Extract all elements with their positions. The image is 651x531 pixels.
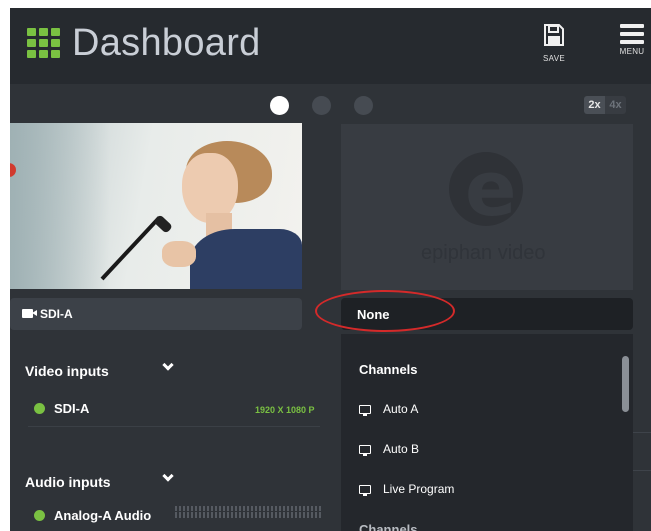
grid-logo-icon — [27, 28, 60, 58]
status-dot-icon — [34, 510, 45, 521]
audio-input-label: Analog-A Audio — [54, 508, 152, 523]
video-preview-right[interactable]: epiphan video — [341, 124, 633, 290]
header-bar: Dashboard SAVE MENU — [10, 8, 651, 84]
chevron-down-icon[interactable] — [162, 359, 174, 371]
resolution-badge: 1920 X 1080 P — [255, 405, 315, 415]
dashboard-app: Dashboard SAVE MENU 2x 4x SDI-A e epipha… — [10, 8, 651, 531]
page-dot-2[interactable] — [312, 96, 331, 115]
page-indicator — [270, 96, 373, 115]
monitor-icon — [359, 405, 371, 416]
video-input-item[interactable]: SDI-A — [34, 401, 89, 416]
audio-inputs-heading: Audio inputs — [25, 474, 111, 490]
page-title: Dashboard — [72, 22, 261, 64]
floppy-disk-icon — [544, 24, 564, 46]
watermark-text: epiphan video — [421, 242, 546, 264]
audio-input-item[interactable]: Analog-A Audio — [34, 508, 151, 523]
zoom-2x-button[interactable]: 2x — [584, 96, 605, 114]
source-dropdown-menu: Channels Auto A Auto B Live Program Chan… — [341, 334, 633, 531]
video-inputs-heading: Video inputs — [25, 363, 109, 379]
hamburger-icon — [620, 24, 644, 44]
right-edge-panel — [633, 334, 651, 531]
status-dot-icon — [34, 403, 45, 414]
dropdown-group-heading: Channels — [359, 362, 418, 377]
dropdown-item-live-program[interactable]: Live Program — [359, 482, 454, 496]
divider — [28, 426, 320, 427]
menu-label: MENU — [619, 47, 645, 56]
chevron-down-icon[interactable] — [162, 470, 174, 482]
dropdown-scrollbar[interactable] — [622, 356, 629, 412]
video-preview-left[interactable] — [10, 123, 302, 289]
dropdown-item-label: Live Program — [383, 482, 455, 496]
page-dot-1[interactable] — [270, 96, 289, 115]
monitor-icon — [359, 445, 371, 456]
source-selector-left[interactable]: SDI-A — [10, 298, 302, 330]
save-button[interactable]: SAVE — [538, 24, 570, 63]
zoom-4x-button[interactable]: 4x — [605, 96, 626, 114]
save-label: SAVE — [543, 54, 565, 63]
menu-button[interactable]: MENU — [614, 24, 650, 56]
video-input-label: SDI-A — [54, 401, 90, 416]
zoom-toggle: 2x 4x — [584, 96, 626, 114]
dropdown-item-label: Auto A — [383, 402, 419, 416]
source-label-left: SDI-A — [40, 307, 73, 321]
dropdown-item-auto-a[interactable]: Auto A — [359, 402, 418, 416]
camera-icon — [22, 309, 37, 318]
highlight-annotation — [315, 290, 455, 332]
monitor-icon — [359, 485, 371, 496]
dropdown-next-heading: Channels — [359, 522, 418, 531]
epiphan-logo-icon — [449, 144, 523, 233]
audio-level-meter — [175, 506, 321, 518]
dropdown-item-label: Auto B — [383, 442, 420, 456]
page-dot-3[interactable] — [354, 96, 373, 115]
dropdown-item-auto-b[interactable]: Auto B — [359, 442, 419, 456]
